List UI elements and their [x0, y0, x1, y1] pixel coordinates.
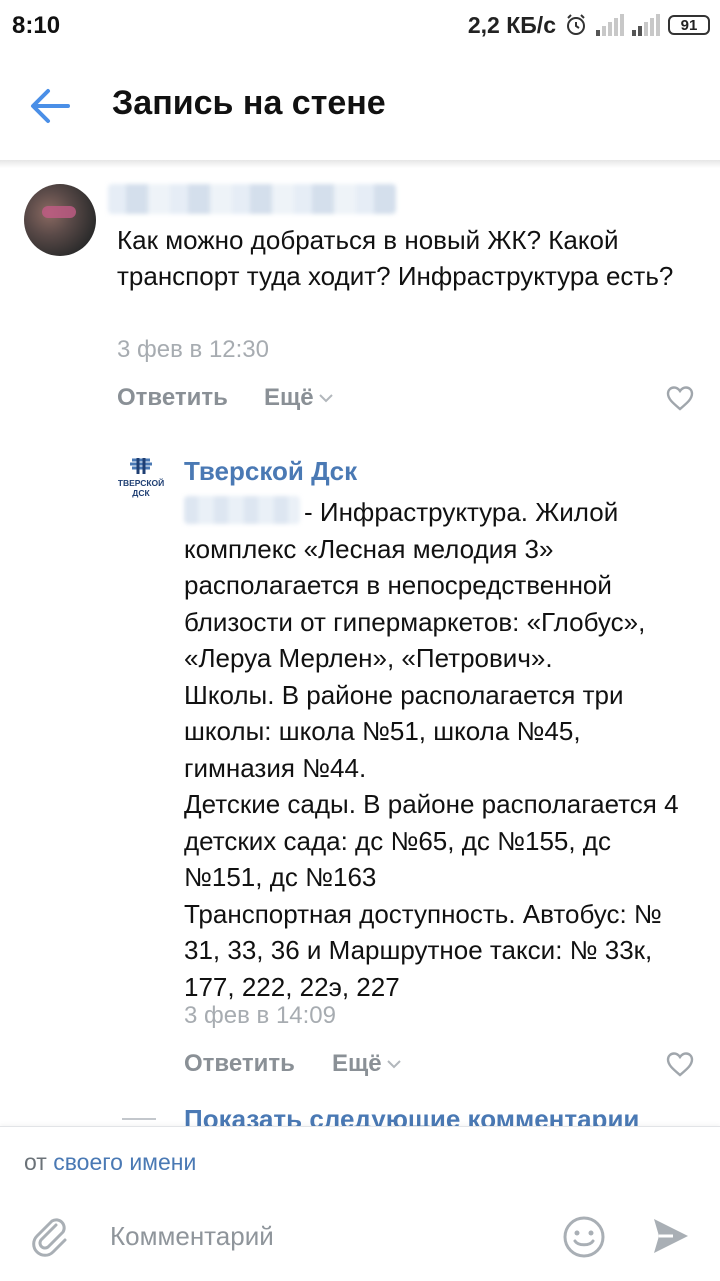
status-time: 8:10 [12, 12, 61, 39]
reply-button[interactable]: Ответить [117, 384, 228, 412]
blurred-author-name[interactable] [108, 184, 396, 214]
reply-paragraph: Детские сады. В районе располагается 4 д… [184, 789, 679, 892]
avatar[interactable] [24, 184, 96, 256]
reply-paragraph: - Инфраструктура. Жилой комплекс «Лесная… [184, 497, 646, 673]
reply-author-name[interactable]: Тверской Дск [184, 456, 357, 487]
reply-paragraph: Транспортная доступность. Автобус: № 31,… [184, 898, 662, 1002]
send-icon[interactable] [650, 1215, 692, 1257]
chevron-down-icon [318, 394, 333, 403]
status-bar: 8:10 2,2 КБ/с 91 [0, 0, 720, 52]
comment-text: Как можно добраться в новый ЖК? Какой тр… [117, 225, 674, 291]
more-label: Ещё [264, 384, 314, 411]
back-arrow-icon[interactable] [28, 86, 72, 126]
thread-divider [122, 1118, 156, 1120]
comment-input[interactable] [108, 1215, 532, 1257]
reply-timestamp: 3 фев в 14:09 [184, 1002, 337, 1029]
post-as-selector[interactable]: от своего имени [24, 1149, 196, 1176]
emoji-smile-icon[interactable] [562, 1215, 606, 1259]
reply-button[interactable]: Ответить [184, 1050, 295, 1078]
svg-text:ТВЕРСКОЙ: ТВЕРСКОЙ [118, 477, 164, 488]
like-heart-icon[interactable] [665, 384, 695, 412]
like-heart-icon[interactable] [665, 1050, 695, 1078]
post-as-prefix: от [24, 1149, 47, 1175]
header-divider [0, 160, 720, 168]
network-speed: 2,2 КБ/с [467, 11, 556, 38]
more-button[interactable]: Ещё [332, 1050, 402, 1078]
reply-paragraph: Школы. В районе располагается три школы:… [184, 679, 624, 783]
alarm-icon [567, 14, 585, 35]
more-label: Ещё [332, 1050, 382, 1077]
status-icons: 2,2 КБ/с 91 [468, 10, 710, 40]
post-as-link[interactable]: своего имени [53, 1149, 196, 1175]
chevron-down-icon [386, 1060, 401, 1069]
svg-text:ДСК: ДСК [132, 488, 150, 498]
more-button[interactable]: Ещё [264, 384, 334, 412]
battery-icon: 91 [668, 15, 710, 35]
comment-composer: от своего имени [0, 1126, 720, 1281]
signal-icon-sim2 [632, 14, 660, 36]
tverskoy-dsk-logo[interactable]: ТВЕРСКОЙ ДСК [118, 456, 164, 502]
comment-timestamp: 3 фев в 12:30 [117, 336, 270, 363]
attach-paperclip-icon[interactable] [26, 1213, 70, 1257]
reply-text: - Инфраструктура. Жилой комплекс «Лесная… [184, 494, 694, 1005]
show-next-comments-link[interactable]: Показать следующие комментарии [184, 1104, 639, 1126]
signal-icon-sim1 [596, 14, 624, 36]
page-title: Запись на стене [112, 84, 386, 122]
app-bar: Запись на стене [0, 52, 720, 160]
